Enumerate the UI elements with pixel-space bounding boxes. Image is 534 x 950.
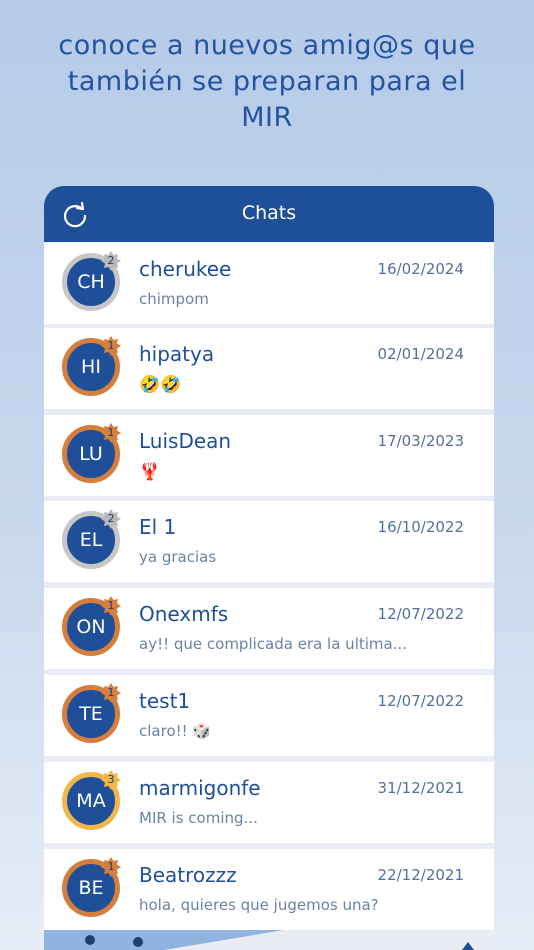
chat-date: 12/07/2022 xyxy=(377,605,464,623)
rank-badge-number: 1 xyxy=(107,339,115,352)
chat-row[interactable]: HI 1 hipatya 02/01/2024 🤣🤣 xyxy=(44,328,494,409)
rank-badge-number: 1 xyxy=(107,426,115,439)
chat-date: 22/12/2021 xyxy=(377,866,464,884)
chat-name: Onexmfs xyxy=(139,602,229,626)
chat-preview: hola, quieres que jugemos una? xyxy=(139,896,379,914)
headline-line-3: MIR xyxy=(241,102,293,133)
chat-row[interactable]: BE 1 Beatrozzz 22/12/2021 hola, quieres … xyxy=(44,849,494,930)
chat-name: hipatya xyxy=(139,342,215,366)
chat-date: 16/02/2024 xyxy=(377,260,464,278)
chat-name: cherukee xyxy=(139,257,232,281)
chat-name: LuisDean xyxy=(139,429,232,453)
rank-badge-number: 1 xyxy=(107,599,115,612)
avatar: CH 2 xyxy=(62,251,121,311)
chat-row[interactable]: ON 1 Onexmfs 12/07/2022 ay!! que complic… xyxy=(44,588,494,669)
rank-badge-number: 1 xyxy=(107,686,115,699)
rank-badge-number: 2 xyxy=(107,512,115,525)
chat-preview: claro!! 🎲 xyxy=(139,722,212,740)
headline: conoce a nuevos amig@s que también se pr… xyxy=(0,28,534,136)
chat-preview: 🤣🤣 xyxy=(139,375,182,395)
headline-line-2: también se preparan para el xyxy=(67,66,467,97)
chat-name: test1 xyxy=(139,689,191,713)
chat-date: 02/01/2024 xyxy=(377,345,464,363)
chat-date: 31/12/2021 xyxy=(377,779,464,797)
chat-date: 17/03/2023 xyxy=(377,432,464,450)
chat-date: 12/07/2022 xyxy=(377,692,464,710)
chats-card: Chats CH 2 cherukee 16/02/2024 chimpom H… xyxy=(44,186,494,950)
rank-badge-number: 3 xyxy=(107,773,115,786)
chat-name: marmigonfe xyxy=(139,776,261,800)
chat-row[interactable]: MA 3 marmigonfe 31/12/2021 MIR is coming… xyxy=(44,762,494,843)
avatar: TE 1 xyxy=(62,683,121,743)
chats-title: Chats xyxy=(241,202,297,224)
avatar: ON 1 xyxy=(62,596,121,656)
chat-row[interactable]: TE 1 test1 12/07/2022 claro!! 🎲 xyxy=(44,675,494,756)
chats-header: Chats xyxy=(44,186,494,242)
chat-preview: chimpom xyxy=(139,290,209,308)
rank-badge-number: 1 xyxy=(107,860,115,873)
chat-row[interactable]: LU 1 LuisDean 17/03/2023 🦞 xyxy=(44,415,494,496)
chat-date: 16/10/2022 xyxy=(377,518,464,536)
avatar: BE 1 xyxy=(62,857,121,917)
chat-preview: ya gracias xyxy=(139,548,217,566)
rank-badge-number: 2 xyxy=(107,254,115,267)
bottom-illustration xyxy=(44,930,494,950)
headline-line-1: conoce a nuevos amig@s que xyxy=(58,30,476,61)
chat-preview: 🦞 xyxy=(139,462,161,482)
avatar: EL 2 xyxy=(62,509,121,569)
avatar: LU 1 xyxy=(62,423,121,483)
avatar: MA 3 xyxy=(62,770,121,830)
chat-row[interactable]: EL 2 El 1 16/10/2022 ya gracias xyxy=(44,501,494,582)
chat-preview: MIR is coming... xyxy=(139,809,258,827)
chat-name: El 1 xyxy=(139,515,177,539)
chat-row[interactable]: CH 2 cherukee 16/02/2024 chimpom xyxy=(44,243,494,324)
chat-preview: ay!! que complicada era la ultima... xyxy=(139,635,408,653)
avatar: HI 1 xyxy=(62,336,121,396)
chat-name: Beatrozzz xyxy=(139,863,237,887)
